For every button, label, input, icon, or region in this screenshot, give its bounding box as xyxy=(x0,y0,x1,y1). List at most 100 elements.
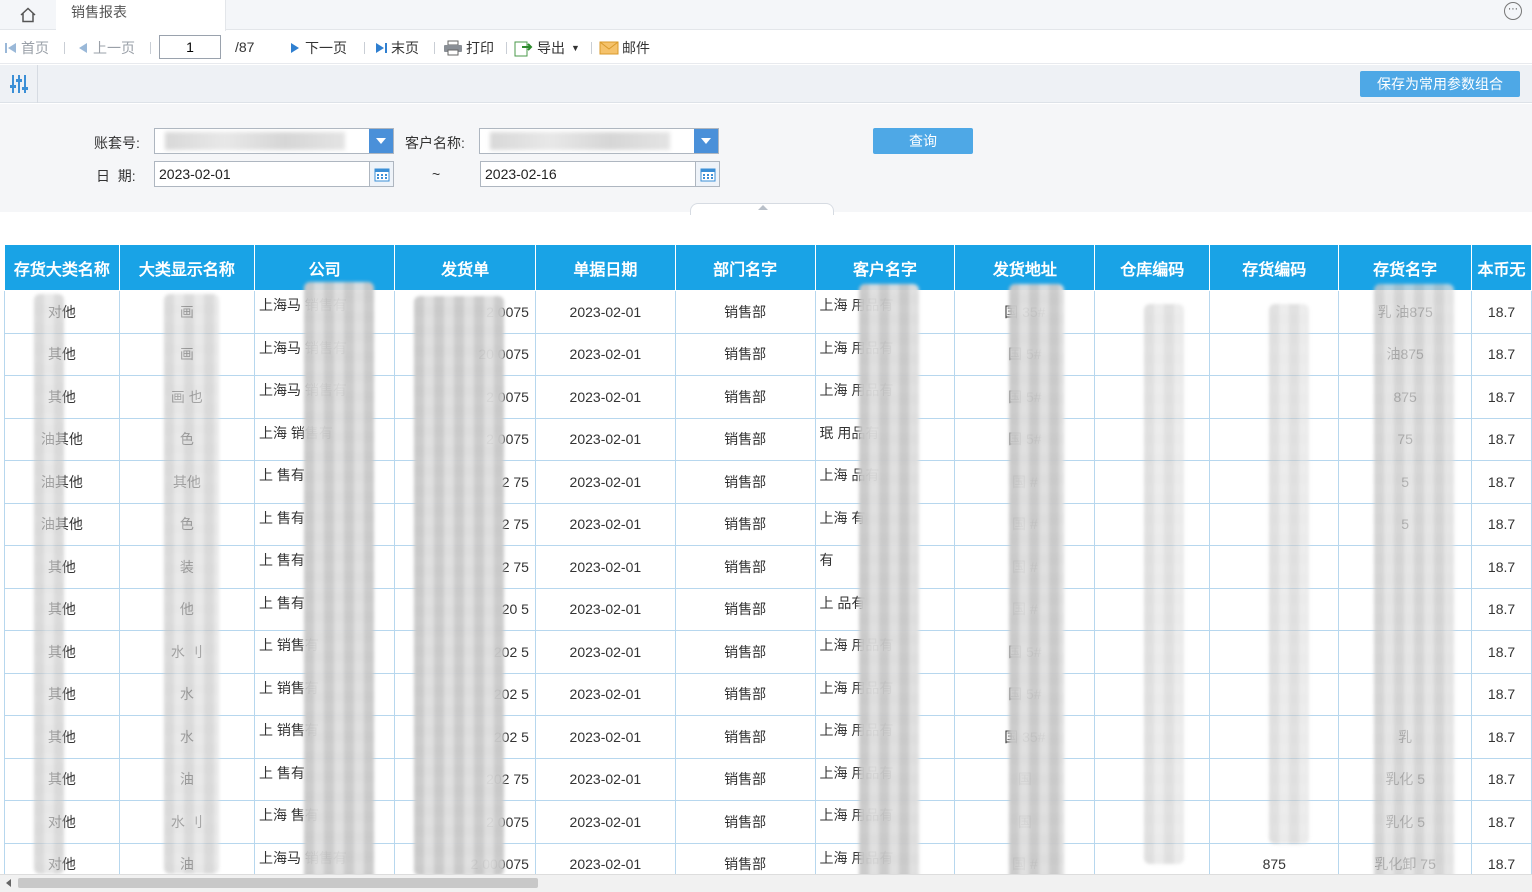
table-row[interactable]: 其他画上海马 销售有 20 0075 2023-02-01 销售部 上海 用品有国 5#… xyxy=(4,332,1532,376)
table-cell: 销售部 xyxy=(674,842,816,874)
chevron-down-icon[interactable] xyxy=(369,129,393,153)
column-header[interactable]: 单据日期 xyxy=(534,244,676,291)
printer-icon xyxy=(444,40,462,56)
column-header[interactable]: 发货地址 xyxy=(954,244,1096,291)
table-row[interactable]: 油其他 其他上 售有 2 75 2023-02-01 销售部 上海 品有国 # 5 18.7 xyxy=(4,460,1532,504)
table-row[interactable]: 对他油上海马 销售有 2 000075 2023-02-01 销售部 上海 用品有国 #… xyxy=(4,842,1532,874)
table-cell xyxy=(1338,587,1473,631)
scrollbar-thumb[interactable] xyxy=(18,878,538,888)
table-cell: 2 0075 xyxy=(394,290,536,334)
table-row[interactable]: 其他水上 销售有 202 5 2023-02-01 销售部 上海 用品有国 35# 乳 18… xyxy=(4,715,1532,759)
mail-button[interactable]: 邮件 xyxy=(599,38,650,58)
separator xyxy=(434,42,435,54)
sliders-icon xyxy=(9,75,28,93)
table-cell: 上 售有 xyxy=(254,545,396,589)
table-cell: 上 销售有 xyxy=(254,630,396,674)
column-header[interactable]: 公司 xyxy=(254,244,396,291)
tab-label: 销售报表 xyxy=(71,4,127,20)
table-cell: 画 xyxy=(118,332,256,376)
export-button[interactable]: 导出 ▼ xyxy=(514,38,580,58)
more-icon[interactable]: ⋯ xyxy=(1504,2,1522,20)
filter-bar: 保存为常用参数组合 xyxy=(0,65,1532,103)
first-page-icon xyxy=(5,43,16,53)
column-header[interactable]: 存货编码 xyxy=(1209,244,1340,291)
column-header[interactable]: 存货名字 xyxy=(1338,244,1473,291)
calendar-icon[interactable] xyxy=(369,162,393,186)
table-cell: 油875 xyxy=(1338,332,1473,376)
chevron-down-icon[interactable] xyxy=(694,129,718,153)
table-cell: 2 000075 xyxy=(394,842,536,874)
scroll-left-icon[interactable] xyxy=(6,879,11,887)
last-page-icon xyxy=(376,43,387,53)
table-cell: 销售部 xyxy=(674,672,816,716)
table-cell: 上 销售有 xyxy=(254,672,396,716)
table-cell: 国 35# xyxy=(954,715,1096,759)
collapse-form-toggle[interactable] xyxy=(690,203,834,215)
table-cell: 2023-02-01 xyxy=(534,545,676,589)
column-header[interactable]: 仓库编码 xyxy=(1094,244,1211,291)
separator xyxy=(150,42,151,54)
table-cell xyxy=(1209,800,1340,844)
next-page-button[interactable]: 下一页 xyxy=(288,38,347,58)
save-param-set-button[interactable]: 保存为常用参数组合 xyxy=(1360,71,1520,97)
calendar-icon[interactable] xyxy=(695,162,719,186)
table-row[interactable]: 其他油上 售有 202 75 2023-02-01 销售部 上海 用品有国 乳化 5 18.… xyxy=(4,757,1532,801)
column-header[interactable]: 发货单 xyxy=(394,244,536,291)
table-row[interactable]: 油其他色上海 销售有 2 0075 2023-02-01 销售部珉 用品有国 5# 75… xyxy=(4,417,1532,461)
home-button[interactable] xyxy=(8,2,48,28)
column-header[interactable]: 存货大类名称 xyxy=(4,244,120,291)
table-cell: 其他 xyxy=(4,672,120,716)
last-page-button[interactable]: 末页 xyxy=(374,38,419,58)
table-cell: 18.7 xyxy=(1471,502,1532,546)
table-header-row: 存货大类名称 大类显示名称 公司 发货单 单据日期 部门名字 客户名字 发货地址 仓库编码 存货编… xyxy=(4,244,1532,291)
table-cell: 202 5 xyxy=(394,715,536,759)
account-combo[interactable] xyxy=(154,128,394,154)
print-button[interactable]: 打印 xyxy=(443,38,494,58)
page-number-input[interactable] xyxy=(159,35,221,59)
table-row[interactable]: 对他画上海马 销售有 2 0075 2023-02-01 销售部 上海 用品有国 35#… xyxy=(4,290,1532,334)
query-button[interactable]: 查询 xyxy=(873,128,973,154)
table-cell: 销售部 xyxy=(674,715,816,759)
horizontal-scrollbar[interactable] xyxy=(0,874,1532,892)
table-row[interactable]: 其他他上 售有 20 5 2023-02-01 销售部上 品有国 # 18.7 xyxy=(4,587,1532,631)
table-row[interactable]: 其他画 也上海马 销售有 2 0075 2023-02-01 销售部 上海 用品有国 5… xyxy=(4,375,1532,419)
table-cell: 销售部 xyxy=(674,800,816,844)
table-cell: 上海 用品有 xyxy=(814,842,956,874)
customer-combo[interactable] xyxy=(479,128,719,154)
table-cell: 销售部 xyxy=(674,460,816,504)
table-cell: 上海 品有 xyxy=(814,460,956,504)
table-cell: 油其他 xyxy=(4,417,120,461)
table-cell: 上海 用品有 xyxy=(814,332,956,376)
table-row[interactable]: 其他水上 销售有 202 5 2023-02-01 销售部 上海 用品有国 5# 18.7 xyxy=(4,672,1532,716)
column-header[interactable]: 客户名字 xyxy=(814,244,956,291)
table-cell xyxy=(1094,502,1211,546)
table-cell: 上海 用品有 xyxy=(814,715,956,759)
table-row[interactable]: 其他水 刂上 销售有 202 5 2023-02-01 销售部 上海 用品有国 5# 18… xyxy=(4,630,1532,674)
table-cell: 销售部 xyxy=(674,332,816,376)
table-cell: 上 销售有 xyxy=(254,715,396,759)
separator xyxy=(364,42,365,54)
table-cell: 上海 用品有 xyxy=(814,630,956,674)
table-cell: 202 75 xyxy=(394,757,536,801)
table-cell: 国 35# xyxy=(954,290,1096,334)
table-row[interactable]: 其他装上 售有 2 75 2023-02-01 销售部有国 # 18.7 xyxy=(4,545,1532,589)
first-page-button[interactable]: 首页 xyxy=(4,38,49,58)
table-cell: 国 5# xyxy=(954,417,1096,461)
tab-sales-report[interactable]: 销售报表 xyxy=(56,0,226,31)
date-from-field[interactable]: 2023-02-01 xyxy=(154,161,394,187)
table-cell: 油 xyxy=(118,842,256,874)
date-to-field[interactable]: 2023-02-16 xyxy=(480,161,720,187)
column-header[interactable]: 大类显示名称 xyxy=(118,244,256,291)
next-icon xyxy=(291,43,299,53)
table-row[interactable]: 油其他色上 售有 2 75 2023-02-01 销售部 上海 有国 # 5 18.7 xyxy=(4,502,1532,546)
prev-page-button[interactable]: 上一页 xyxy=(76,38,135,58)
table-row[interactable]: 对他水 刂上海 售有 2 0075 2023-02-01 销售部 上海 用品有国 乳化 5… xyxy=(4,800,1532,844)
table-cell: 画 xyxy=(118,290,256,334)
filter-settings-button[interactable] xyxy=(0,65,38,103)
table-cell xyxy=(1094,800,1211,844)
table-cell: 2 0075 xyxy=(394,417,536,461)
table-cell: 其他 xyxy=(4,545,120,589)
column-header[interactable]: 本币无 xyxy=(1471,244,1532,291)
table-cell: 2 75 xyxy=(394,460,536,504)
column-header[interactable]: 部门名字 xyxy=(674,244,816,291)
